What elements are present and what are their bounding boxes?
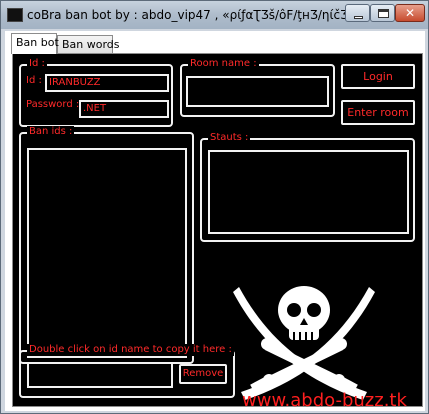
tab-ban-words[interactable]: Ban words	[57, 35, 120, 53]
copy-id-input[interactable]	[27, 362, 173, 388]
copy-id-group: Double click on id name to copy it here …	[19, 344, 235, 398]
room-name-input[interactable]	[186, 76, 329, 107]
status-textbox[interactable]	[208, 150, 409, 234]
id-group: Id : Id : IRANBUZZ Password : .NET	[19, 58, 173, 127]
remove-button[interactable]: Remove	[179, 364, 227, 384]
website-link[interactable]: www.abdo-buzz.tk	[242, 390, 407, 411]
minimize-icon	[354, 16, 363, 19]
ban-bot-panel: Id : Id : IRANBUZZ Password : .NET Room …	[12, 53, 423, 411]
id-label: Id :	[26, 75, 42, 86]
enter-room-button[interactable]: Enter room	[341, 100, 415, 125]
minimize-button[interactable]	[345, 4, 370, 22]
ban-ids-group: Ban ids :	[19, 126, 194, 364]
id-group-legend: Id :	[27, 58, 47, 70]
id-input[interactable]: IRANBUZZ	[45, 74, 169, 92]
ban-ids-list[interactable]	[27, 148, 187, 358]
login-button[interactable]: Login	[341, 64, 415, 89]
password-input[interactable]: .NET	[79, 100, 169, 118]
maximize-button[interactable]	[370, 4, 395, 22]
client-area: Ban bot Ban words Id : Id : IRANBUZZ Pas…	[5, 31, 425, 411]
room-name-legend: Room name :	[188, 58, 259, 70]
maximize-icon	[378, 9, 389, 18]
ban-ids-legend: Ban ids :	[27, 126, 75, 138]
close-icon: ✕	[404, 6, 416, 20]
title-bar[interactable]: coBra ban bot by : abdo_vip47 , «ρίƒαƮƷš…	[1, 1, 428, 29]
tab-ban-bot[interactable]: Ban bot	[11, 33, 59, 54]
app-icon	[7, 8, 23, 22]
status-legend: Stauts :	[208, 132, 251, 144]
room-name-group: Room name :	[180, 58, 335, 117]
copy-id-legend: Double click on id name to copy it here …	[27, 344, 234, 356]
app-window: coBra ban bot by : abdo_vip47 , «ρίƒαƮƷš…	[0, 0, 429, 414]
close-button[interactable]: ✕	[395, 4, 425, 22]
window-title: coBra ban bot by : abdo_vip47 , «ρίƒαƮƷš…	[27, 8, 356, 22]
status-group: Stauts :	[200, 132, 415, 242]
password-label: Password :	[26, 99, 80, 110]
